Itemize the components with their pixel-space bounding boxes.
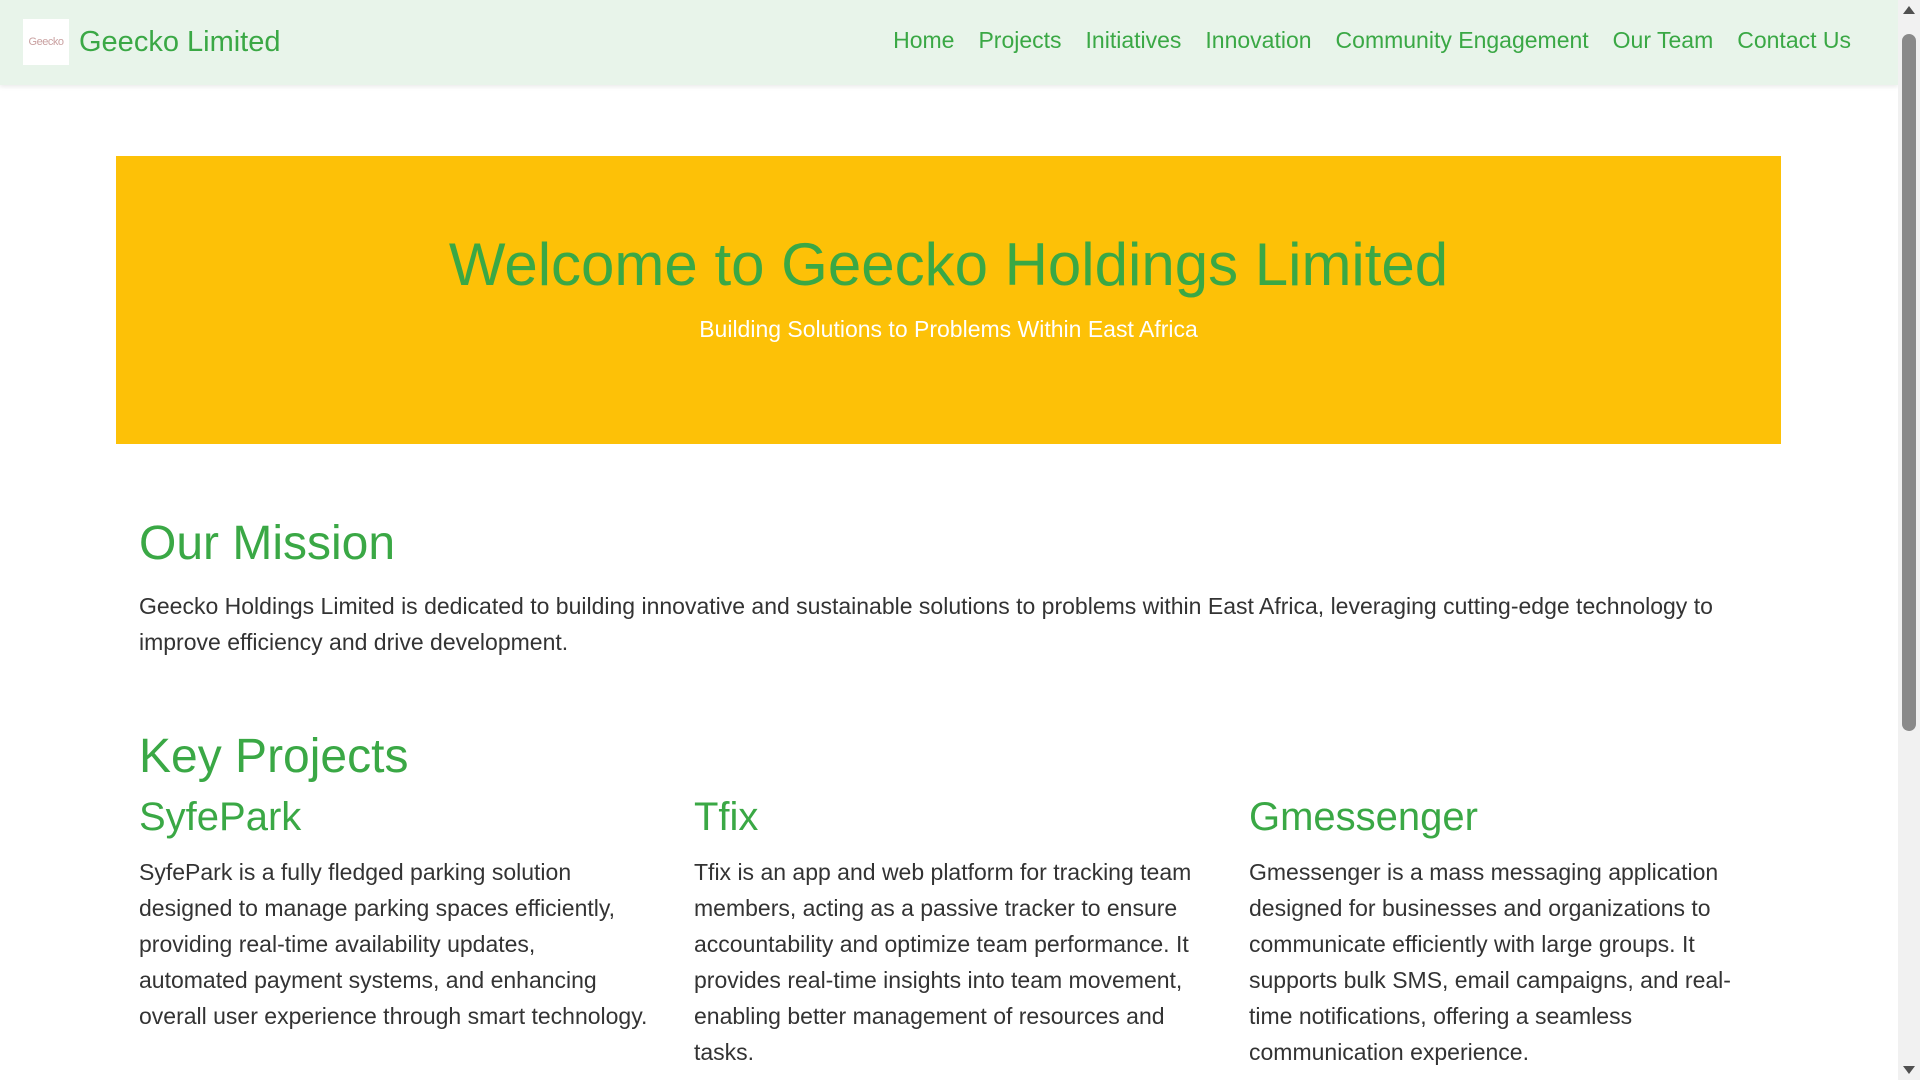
key-projects-title: Key Projects xyxy=(139,730,409,783)
scroll-down-arrow-icon[interactable] xyxy=(1903,1066,1915,1074)
logo-text: Geecko xyxy=(28,36,64,48)
nav-link-initiatives[interactable]: Initiatives xyxy=(1074,27,1194,54)
nav-links: Home Projects Initiatives Innovation Com… xyxy=(881,27,1863,54)
nav-link-projects[interactable]: Projects xyxy=(966,27,1073,54)
brand-name: Geecko Limited xyxy=(79,25,281,58)
nav-link-home[interactable]: Home xyxy=(881,27,966,54)
vertical-scrollbar[interactable] xyxy=(1898,0,1920,1080)
nav-link-our-team[interactable]: Our Team xyxy=(1601,27,1726,54)
project-title: Gmessenger xyxy=(1249,795,1478,839)
project-title: Tfix xyxy=(694,795,759,839)
hero-title: Welcome to Geecko Holdings Limited xyxy=(448,231,1449,298)
project-card-gmessenger: Gmessenger Gmessenger is a mass messagin… xyxy=(1249,795,1759,1070)
project-description: Tfix is an app and web platform for trac… xyxy=(694,859,1192,1065)
hero-subtitle: Building Solutions to Problems Within Ea… xyxy=(699,316,1198,342)
project-card-tfix: Tfix Tfix is an app and web platform for… xyxy=(694,795,1204,1070)
project-description: SyfePark is a fully fledged parking solu… xyxy=(139,859,648,1029)
project-description: Gmessenger is a mass messaging applicati… xyxy=(1249,859,1731,1065)
brand-link[interactable]: Geecko Geecko Limited xyxy=(23,19,281,65)
navbar: Geecko Geecko Limited Home Projects Init… xyxy=(0,0,1898,85)
project-card-syfepark: SyfePark SyfePark is a fully fledged par… xyxy=(139,795,649,1034)
nav-link-community-engagement[interactable]: Community Engagement xyxy=(1324,27,1601,54)
mission-title: Our Mission xyxy=(139,517,396,570)
nav-link-contact-us[interactable]: Contact Us xyxy=(1725,27,1863,54)
nav-link-innovation[interactable]: Innovation xyxy=(1193,27,1323,54)
hero-banner: Welcome to Geecko Holdings Limited Build… xyxy=(116,156,1781,444)
scrollbar-thumb[interactable] xyxy=(1902,34,1916,731)
scroll-up-arrow-icon[interactable] xyxy=(1903,6,1915,14)
project-title: SyfePark xyxy=(139,795,302,839)
page: Geecko Geecko Limited Home Projects Init… xyxy=(0,0,1898,1080)
brand-logo: Geecko xyxy=(23,19,69,65)
mission-text: Geecko Holdings Limited is dedicated to … xyxy=(139,593,1713,655)
